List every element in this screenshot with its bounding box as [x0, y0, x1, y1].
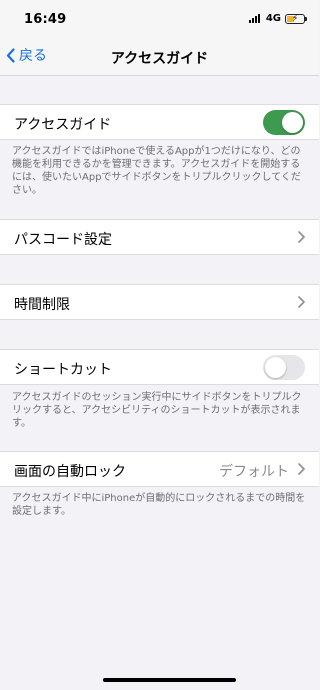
time-limits-row[interactable]: 時間制限 — [0, 284, 319, 320]
guided-access-toggle[interactable] — [263, 110, 305, 135]
passcode-settings-row[interactable]: パスコード設定 — [0, 219, 319, 255]
shortcut-footer: アクセスガイドのセッション実行中にサイドボタンをトリプルクリックすると、アクセシ… — [12, 392, 302, 429]
chevron-right-icon — [298, 231, 305, 243]
time-limits-label: 時間制限 — [14, 297, 70, 313]
shortcut-row: ショートカット — [0, 349, 319, 385]
battery-charging-icon: ⚡ — [285, 13, 307, 24]
shortcut-toggle[interactable] — [263, 355, 305, 380]
guided-access-footer: アクセスガイドではiPhoneで使えるAppが1つだけになり、どの機能を利用でき… — [12, 146, 301, 196]
auto-lock-footer: アクセスガイド中にiPhoneが自動的にロックされるまでの時間を設定します。 — [12, 493, 306, 517]
status-bar: 16:49 4G ⚡ — [0, 0, 319, 38]
passcode-settings-label: パスコード設定 — [14, 232, 112, 248]
network-type: 4G — [265, 13, 281, 24]
shortcut-label: ショートカット — [14, 362, 112, 378]
page-title: アクセスガイド — [110, 51, 209, 67]
toggle-knob — [282, 112, 303, 133]
navigation-bar: 戻る アクセスガイド — [0, 38, 319, 76]
home-indicator[interactable] — [103, 678, 236, 682]
chevron-right-icon — [298, 296, 305, 308]
guided-access-row: アクセスガイド — [0, 104, 319, 140]
status-time: 16:49 — [24, 12, 67, 27]
cellular-signal-icon — [248, 14, 260, 23]
chevron-right-icon — [298, 463, 305, 475]
toggle-knob — [265, 357, 286, 378]
auto-lock-row[interactable]: 画面の自動ロック デフォルト — [0, 451, 319, 487]
auto-lock-label: 画面の自動ロック — [14, 464, 126, 480]
guided-access-label: アクセスガイド — [14, 117, 112, 133]
status-indicators: 4G ⚡ — [248, 13, 307, 24]
auto-lock-value: デフォルト — [219, 464, 289, 480]
